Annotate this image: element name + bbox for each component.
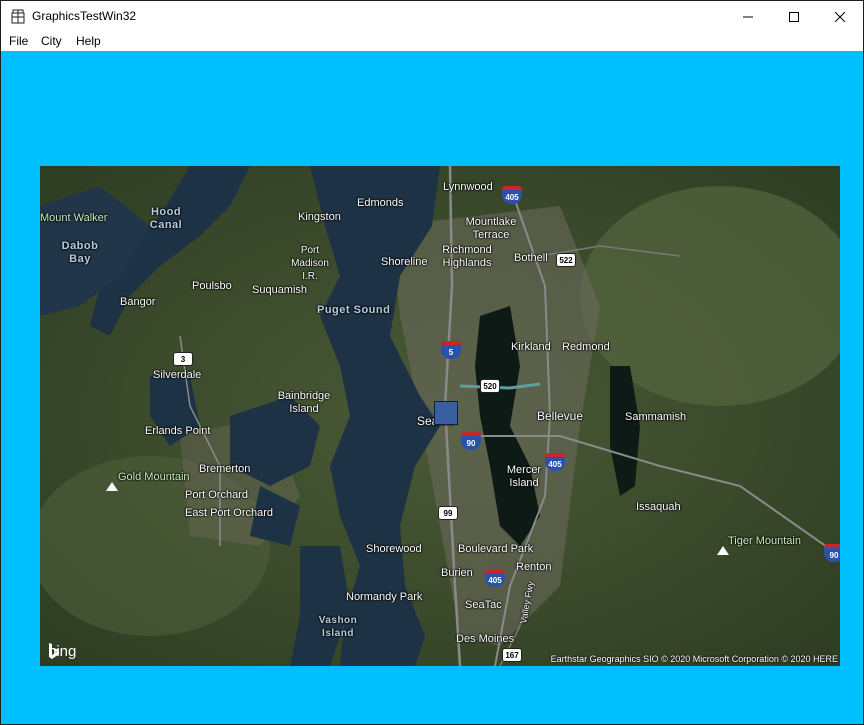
peak-icon (106, 482, 118, 491)
label-redmond: Redmond (562, 341, 610, 353)
label-normandy-park: Normandy Park (346, 591, 423, 603)
peak-icon (717, 546, 729, 555)
bing-logo: bing (48, 643, 76, 660)
route-shield-3: 3 (173, 352, 193, 366)
label-east-port-orchard: East Port Orchard (185, 507, 274, 519)
label-burien: Burien (441, 567, 473, 579)
label-bangor: Bangor (120, 296, 156, 308)
label-bellevue: Bellevue (537, 409, 584, 423)
label-des-moines: Des Moines (456, 633, 515, 645)
label-port-orchard: Port Orchard (185, 489, 248, 501)
label-mountlake-terrace: Mountlake Terrace (465, 216, 517, 241)
label-sammamish: Sammamish (625, 411, 687, 423)
label-renton: Renton (516, 561, 552, 573)
label-bremerton: Bremerton (199, 463, 251, 475)
route-shield-405: 405 (502, 186, 522, 204)
label-mercer-island: Mercer Island (506, 464, 542, 489)
label-boulevard-park: Boulevard Park (458, 543, 534, 555)
label-tiger-mountain: Tiger Mountain (728, 535, 801, 547)
label-lynnwood: Lynnwood (443, 181, 493, 193)
close-button[interactable] (817, 1, 863, 32)
route-shield-99: 99 (438, 506, 458, 520)
minimize-icon (743, 16, 753, 17)
label-seatac: SeaTac (465, 599, 502, 611)
app-window: GraphicsTestWin32 File City Help Lynnwoo… (0, 0, 864, 725)
location-pin[interactable] (434, 401, 458, 425)
route-shield-522: 522 (556, 253, 576, 267)
label-richmond-highlands: Richmond Highlands (442, 244, 492, 269)
label-puget-sound: Puget Sound (317, 304, 391, 316)
label-issaquah: Issaquah (636, 501, 681, 513)
menu-city[interactable]: City (40, 34, 63, 48)
route-shield-520: 520 (480, 379, 500, 393)
maximize-icon (789, 11, 799, 22)
menu-help[interactable]: Help (75, 34, 102, 48)
label-shoreline: Shoreline (381, 256, 428, 268)
menu-bar: File City Help (1, 32, 863, 51)
label-shorewood: Shorewood (366, 543, 422, 555)
label-edmonds: Edmonds (357, 197, 404, 209)
menu-file[interactable]: File (8, 34, 29, 48)
route-shield-90: 90 (824, 544, 840, 562)
label-vashon-island: Vashon Island (318, 615, 358, 639)
map-view[interactable]: Lynnwood Edmonds Kingston Mount Walker H… (40, 166, 840, 666)
label-erlands-point: Erlands Point (145, 425, 211, 437)
route-shield-405: 405 (485, 569, 505, 587)
route-shield-90: 90 (461, 432, 481, 450)
label-kirkland: Kirkland (511, 341, 551, 353)
app-icon (10, 8, 26, 24)
label-gold-mountain: Gold Mountain (118, 471, 190, 483)
label-mount-walker: Mount Walker (40, 212, 108, 224)
label-suquamish: Suquamish (252, 284, 308, 296)
route-shield-5: 5 (441, 341, 461, 359)
label-kingston: Kingston (298, 211, 341, 223)
map-attribution: Earthstar Geographics SIO © 2020 Microso… (550, 654, 838, 664)
minimize-button[interactable] (725, 1, 771, 32)
route-shield-167: 167 (502, 648, 522, 662)
label-port-madison: Port Madison I.R. (291, 245, 329, 282)
label-dabob-bay: Dabob Bay (61, 240, 99, 265)
maximize-button[interactable] (771, 1, 817, 32)
route-shield-405: 405 (545, 453, 565, 471)
label-silverdale: Silverdale (153, 369, 202, 381)
label-bainbridge-island: Bainbridge Island (277, 390, 331, 415)
window-title: GraphicsTestWin32 (32, 9, 137, 23)
bing-icon (49, 643, 59, 659)
client-area: Lynnwood Edmonds Kingston Mount Walker H… (1, 51, 863, 724)
label-hood-canal: Hood Canal (149, 206, 183, 231)
title-bar[interactable]: GraphicsTestWin32 (1, 1, 863, 32)
close-icon (835, 11, 845, 22)
label-bothell: Bothell (514, 252, 548, 264)
label-poulsbo: Poulsbo (192, 280, 232, 292)
